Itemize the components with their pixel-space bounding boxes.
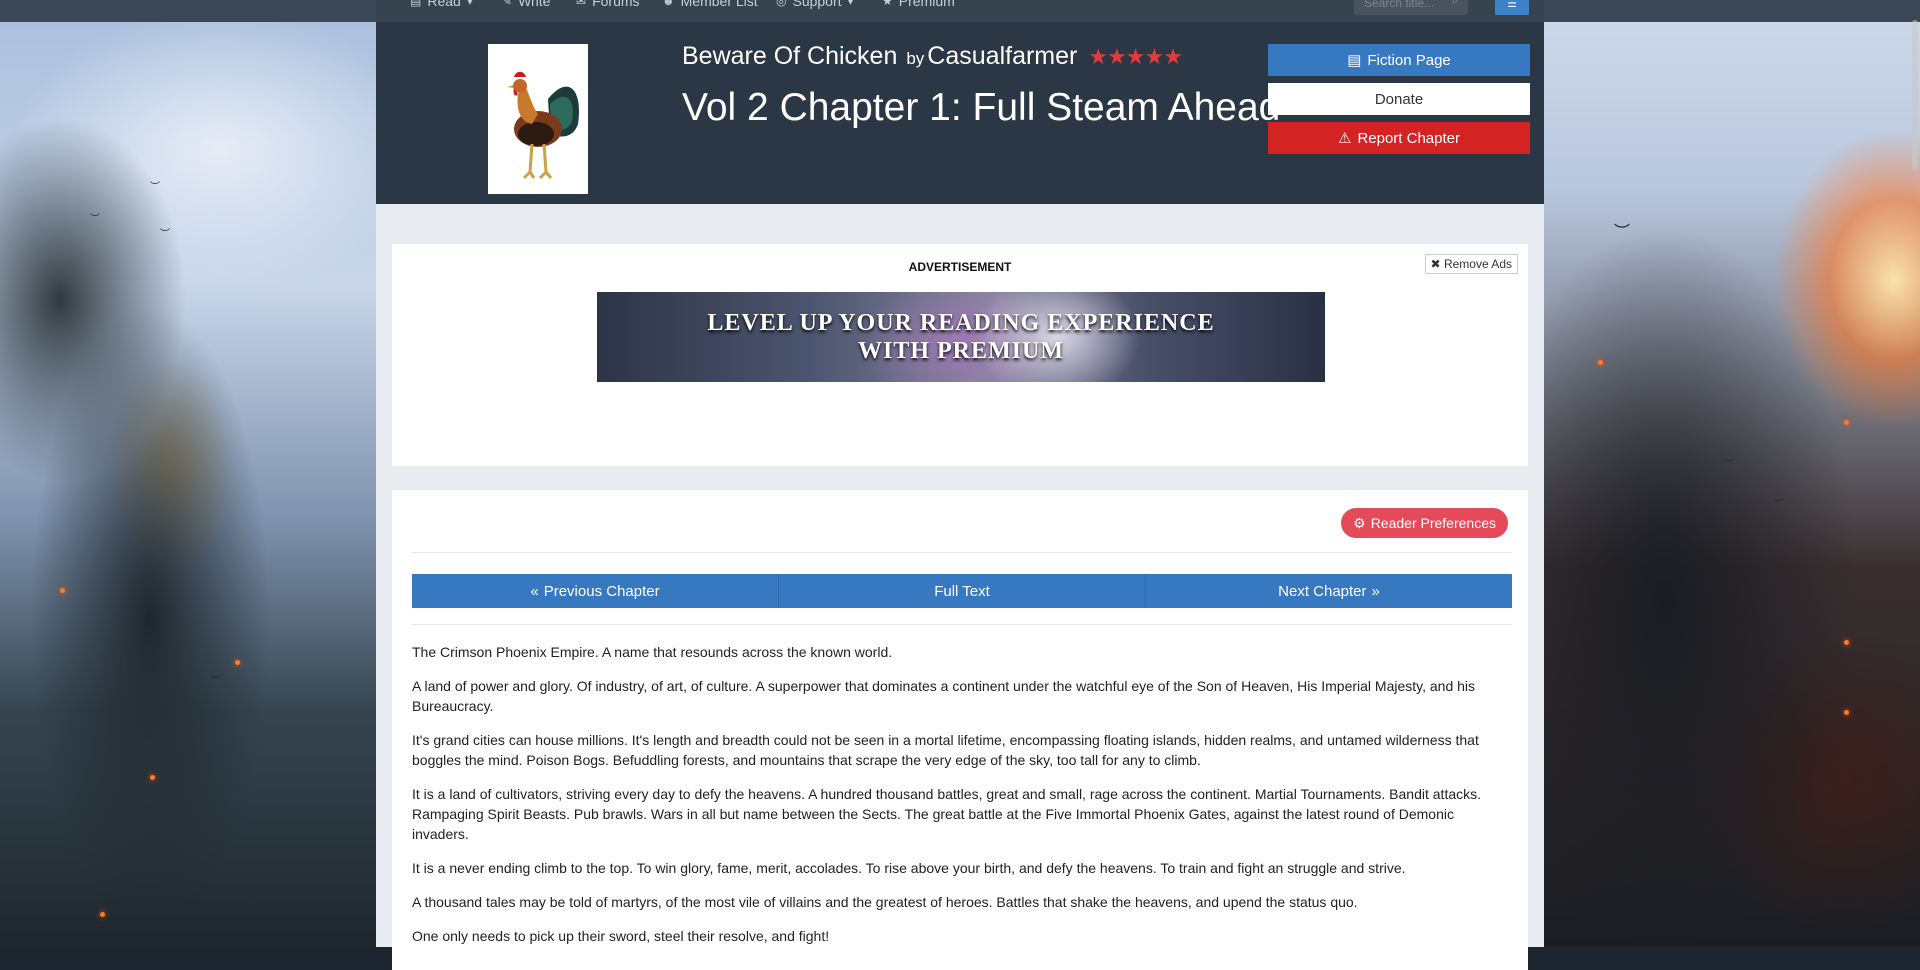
divider [412,624,1512,625]
search-icon[interactable]: ⌕ [1452,0,1458,7]
by-label: by [906,49,925,68]
chapter-paragraph: One only needs to pick up their sword, s… [412,928,830,944]
nav-member-list[interactable]: ☻ Member List [662,0,758,9]
chapter-paragraph: A land of power and glory. Of industry, … [412,678,1476,714]
full-text-button[interactable]: Full Text [779,574,1146,608]
nav-write[interactable]: ✎ Write [502,0,550,9]
chapter-paragraph: The Crimson Phoenix Empire. A name that … [412,644,893,660]
list-icon: ☰ [1507,0,1517,10]
advertisement-panel: ADVERTISEMENT ✖ Remove Ads LEVEL UP YOUR… [392,244,1528,466]
chapter-paragraph: A thousand tales may be told of martyrs,… [412,894,1358,910]
comments-icon: ✉ [576,0,587,8]
bird-decoration: ︶ [1724,459,1734,470]
ember-decoration [235,660,240,665]
advertisement-label: ADVERTISEMENT [908,260,1012,274]
chapter-text: The Crimson Phoenix Empire. A name that … [412,642,1512,960]
list-menu-button[interactable]: ☰ [1495,0,1529,15]
double-chevron-left-icon: « [530,582,539,600]
chapter-paragraph: It is a never ending climb to the top. T… [412,860,1406,876]
close-icon: ✖ [1430,257,1441,271]
fiction-title-link[interactable]: Beware Of Chicken [682,42,897,70]
background-art-left: ︶ ︶ ︶ ︶ [0,0,376,947]
ember-decoration [100,912,105,917]
pencil-icon: ✎ [502,0,513,8]
remove-ads-button[interactable]: ✖ Remove Ads [1424,254,1518,274]
reader-preferences-button[interactable]: ⚙ Reader Preferences [1341,508,1508,538]
star-icon: ★ [882,0,893,8]
caret-down-icon: ▾ [847,0,854,8]
fiction-title-line: Beware Of Chicken by Casualfarmer ★★★★★ [682,42,1183,71]
next-chapter-button[interactable]: Next Chapter » [1146,574,1512,608]
bird-decoration: ︶ [1614,224,1631,241]
chapter-paragraph: It is a land of cultivators, striving ev… [412,786,1482,842]
rating-stars: ★★★★★ [1088,44,1183,69]
book-icon: ▤ [410,0,422,8]
users-icon: ☻ [662,0,675,8]
chapter-navigation: « Previous Chapter Full Text Next Chapte… [412,574,1512,608]
chapter-header: Beware Of Chicken by Casualfarmer ★★★★★ V… [376,22,1544,204]
book-icon: ▤ [1347,52,1362,69]
gear-icon: ⚙ [1353,514,1366,531]
nav-forums[interactable]: ✉ Forums [576,0,640,9]
ember-decoration [1844,420,1849,425]
nav-read[interactable]: ▤ Read ▾ [410,0,473,9]
divider [412,552,1512,553]
premium-ad-banner[interactable]: LEVEL UP YOUR READING EXPERIENCE WITH PR… [597,292,1325,382]
ember-decoration [60,588,65,593]
chapter-title: Vol 2 Chapter 1: Full Steam Ahead [682,86,1281,129]
search-input[interactable]: Search title... ⌕ [1354,0,1468,15]
lifebuoy-icon: ◎ [776,0,787,8]
report-chapter-button[interactable]: ⚠ Report Chapter [1268,122,1530,154]
bird-decoration: ︶ [160,229,170,240]
background-art-right: ︶ ︶ ︶ [1544,0,1920,947]
bird-decoration: ︶ [1774,499,1784,510]
bird-decoration: ︶ [210,676,220,687]
rooster-image [488,44,588,194]
chapter-content-panel: ⚙ Reader Preferences « Previous Chapter … [392,490,1528,970]
double-chevron-right-icon: » [1371,582,1380,600]
main-content-column: ADVERTISEMENT ✖ Remove Ads LEVEL UP YOUR… [376,204,1544,970]
author-link[interactable]: Casualfarmer [927,42,1077,70]
bird-decoration: ︶ [150,182,160,193]
scrollbar-thumb[interactable] [1912,20,1918,170]
donate-button[interactable]: Donate [1268,83,1530,115]
warning-icon: ⚠ [1337,130,1352,147]
ember-decoration [1844,640,1849,645]
bird-decoration: ︶ [90,214,100,225]
fiction-cover-image[interactable] [488,44,588,194]
page-scrollbar[interactable] [1908,0,1920,947]
ember-decoration [1844,710,1849,715]
ember-decoration [150,775,155,780]
ember-decoration [1598,360,1603,365]
nav-support[interactable]: ◎ Support ▾ [776,0,854,9]
caret-down-icon: ▾ [466,0,473,8]
chapter-paragraph: It's grand cities can house millions. It… [412,732,1479,768]
nav-premium[interactable]: ★ Premium [882,0,955,9]
previous-chapter-button[interactable]: « Previous Chapter [412,574,779,608]
fiction-page-button[interactable]: ▤ Fiction Page [1268,44,1530,76]
